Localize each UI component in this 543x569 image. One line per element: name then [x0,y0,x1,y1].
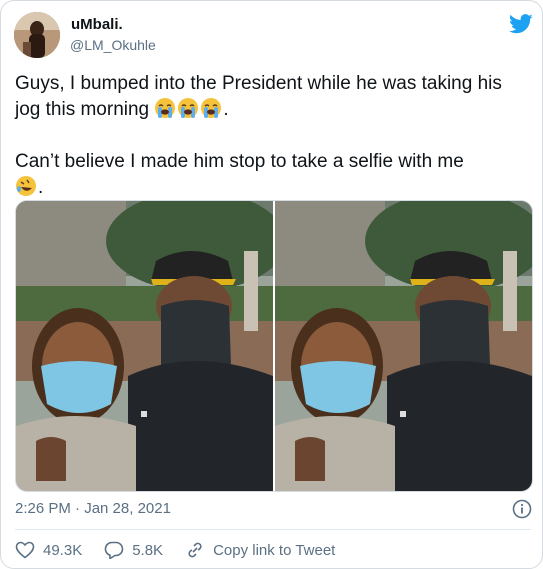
loudly-crying-face-icon [201,98,222,118]
loudly-crying-face-icon [178,98,199,118]
tweet-media[interactable] [15,200,533,492]
tweet-line-1: Guys, I bumped into the President while … [15,73,502,120]
selfie-photo-2[interactable] [275,201,532,491]
reply-bubble-icon [104,541,124,559]
selfie-photo-1[interactable] [16,201,273,491]
tweet-line-1-end: . [223,99,229,120]
reply-count: 5.8K [132,541,164,559]
author-name[interactable]: uMbali. [71,16,123,33]
tweet-actions: 49.3K 5.8K Copy link to Tweet [15,538,357,562]
tweet-line-2-end: . [38,177,44,198]
like-button[interactable]: 49.3K [15,541,82,559]
tweet-timestamp[interactable]: 2:26 PM · Jan 28, 2021 [15,500,171,517]
reply-button[interactable]: 5.8K [104,541,163,559]
tweet-text: Guys, I bumped into the President while … [15,71,530,201]
divider [15,529,531,530]
author-handle[interactable]: @LM_Okuhle [70,37,156,53]
like-count: 49.3K [43,541,83,559]
loudly-crying-face-icon [155,98,176,118]
tweet-card: uMbali. @LM_Okuhle Guys, I bumped into t… [0,0,543,569]
avatar[interactable] [14,12,60,58]
link-icon [188,542,202,558]
rolling-on-the-floor-laughing-icon [16,176,36,196]
copy-link-label: Copy link to Tweet [213,541,336,559]
info-icon[interactable] [512,499,532,519]
copy-link-button[interactable]: Copy link to Tweet [185,541,335,559]
twitter-bird-icon[interactable] [509,14,533,34]
heart-icon [15,541,35,559]
tweet-line-2: Can’t believe I made him stop to take a … [15,151,464,172]
